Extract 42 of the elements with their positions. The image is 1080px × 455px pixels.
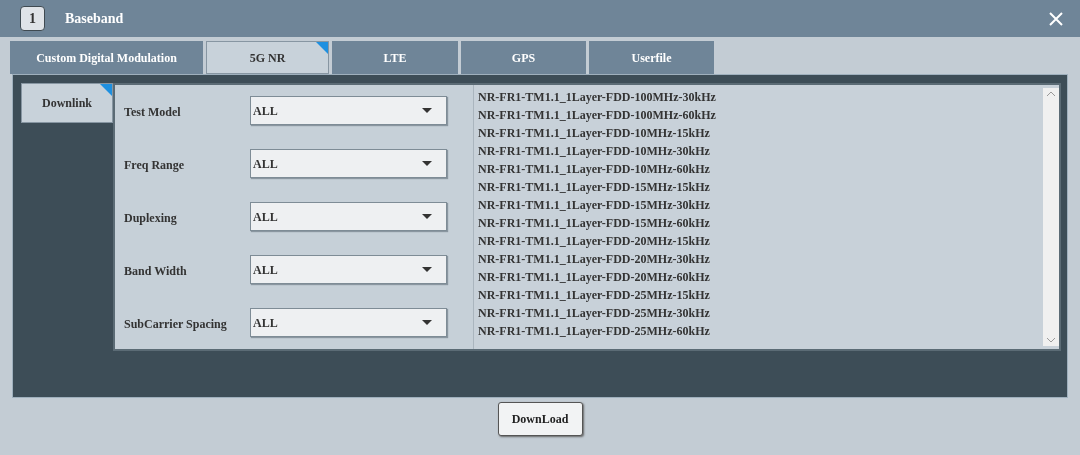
close-icon[interactable] [1048,10,1064,27]
tab[interactable]: Custom Digital Modulation [10,41,203,74]
dropdown[interactable]: ALL [250,96,447,125]
field-label: SubCarrier Spacing [124,315,228,333]
dropdown[interactable]: ALL [250,202,447,231]
download-button[interactable]: DownLoad [497,402,583,436]
scroll-up-icon[interactable] [1046,90,1056,98]
list-item[interactable]: NR-FR1-TM1.1_1Layer-FDD-25MHz-30kHz [478,304,1043,322]
caret-icon [422,214,432,219]
list-item[interactable]: NR-FR1-TM1.1_1Layer-FDD-10MHz-15kHz [478,124,1043,142]
window-title: Baseband [65,10,124,28]
list-item[interactable]: NR-FR1-TM1.1_1Layer-FDD-10MHz-30kHz [478,142,1043,160]
side-tab[interactable]: Downlink [21,83,113,123]
tab[interactable]: Userfile [589,41,714,74]
tab[interactable]: 5G NR [206,41,329,74]
tab[interactable]: GPS [461,41,586,74]
list-item[interactable]: NR-FR1-TM1.1_1Layer-FDD-25MHz-15kHz [478,286,1043,304]
list-item[interactable]: NR-FR1-TM1.1_1Layer-FDD-100MHz-60kHz [478,106,1043,124]
caret-icon [422,320,432,325]
dropdown[interactable]: ALL [250,149,447,178]
list-item[interactable]: NR-FR1-TM1.1_1Layer-FDD-20MHz-60kHz [478,268,1043,286]
scrollbar[interactable] [1043,88,1059,346]
list-item[interactable]: NR-FR1-TM1.1_1Layer-FDD-25MHz-60kHz [478,322,1043,340]
list-item[interactable]: NR-FR1-TM1.1_1Layer-FDD-15MHz-30kHz [478,196,1043,214]
field-label: Freq Range [124,156,186,174]
list-item[interactable]: NR-FR1-TM1.1_1Layer-FDD-100MHz-30kHz [478,88,1043,106]
list-item[interactable]: NR-FR1-TM1.1_1Layer-FDD-15MHz-15kHz [478,178,1043,196]
list-item[interactable]: NR-FR1-TM1.1_1Layer-FDD-20MHz-30kHz [478,250,1043,268]
field-label: Test Model [124,103,182,121]
caret-icon [422,267,432,272]
dropdown[interactable]: ALL [250,308,447,337]
list-item[interactable]: NR-FR1-TM1.1_1Layer-FDD-10MHz-60kHz [478,160,1043,178]
scroll-down-icon[interactable] [1046,336,1056,344]
caret-icon [422,161,432,166]
dropdown[interactable]: ALL [250,255,447,284]
list-item[interactable]: NR-FR1-TM1.1_1Layer-FDD-15MHz-60kHz [478,214,1043,232]
window-number-badge: 1 [20,6,45,31]
list-item[interactable]: NR-FR1-TM1.1_1Layer-FDD-20MHz-15kHz [478,232,1043,250]
field-label: Band Width [124,262,188,280]
field-label: Duplexing [124,209,178,227]
caret-icon [422,108,432,113]
tab[interactable]: LTE [332,41,458,74]
